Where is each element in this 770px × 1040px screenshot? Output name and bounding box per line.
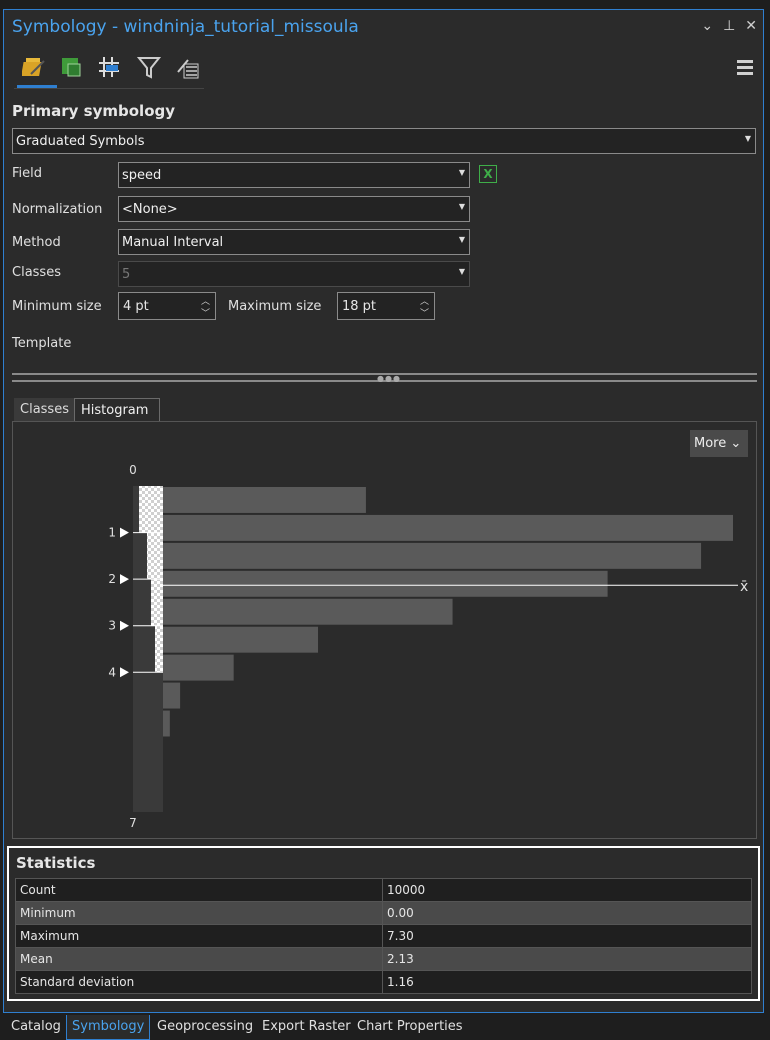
max-size-spinner[interactable]: 18 pt ︿ ﹀: [337, 292, 435, 320]
max-size-label: Maximum size: [228, 299, 322, 314]
tab-histogram[interactable]: Histogram: [74, 398, 160, 422]
min-size-spinner[interactable]: 4 pt ︿ ﹀: [118, 292, 216, 320]
histogram-bar: [163, 514, 733, 541]
stat-value: 7.30: [382, 924, 752, 948]
table-row: Maximum 7.30: [15, 924, 752, 948]
method-dropdown[interactable]: Manual Interval ▼: [118, 229, 470, 255]
break-handle-icon: [120, 527, 129, 538]
stat-value: 1.16: [382, 970, 752, 994]
histogram-bar: [163, 542, 702, 569]
template-label: Template: [12, 336, 72, 351]
break-label: 4: [108, 665, 116, 679]
method-label: Method: [12, 235, 61, 250]
filter-icon[interactable]: [134, 52, 164, 82]
field-dropdown[interactable]: speed ▼: [118, 162, 470, 188]
symbology-pane: Symbology - windninja_tutorial_missoula …: [3, 9, 764, 1013]
expression-icon[interactable]: X: [479, 165, 497, 183]
histogram-bar: [163, 682, 181, 709]
stat-key: Minimum: [15, 901, 383, 925]
toolbar-divider: [14, 88, 204, 89]
table-row: Mean 2.13: [15, 947, 752, 971]
spin-down-icon[interactable]: ﹀: [201, 306, 210, 319]
class-symbol-swatch: [147, 532, 163, 580]
histogram-bar: [163, 487, 366, 513]
stat-value: 10000: [382, 878, 752, 902]
tab-geoprocessing[interactable]: Geoprocessing: [152, 1015, 258, 1039]
break-handle-icon: [120, 574, 129, 585]
primary-symbology-heading: Primary symbology: [12, 102, 176, 120]
chevron-down-icon: ▼: [458, 202, 465, 211]
max-size-value: 18 pt: [342, 299, 377, 314]
break-label: 1: [108, 526, 116, 540]
tab-classes[interactable]: Classes: [14, 398, 74, 422]
normalization-value: <None>: [122, 202, 178, 217]
tab-export-raster[interactable]: Export Raster: [257, 1015, 356, 1039]
min-size-label: Minimum size: [12, 299, 102, 314]
histogram-chart: 1 2 3 4 0 7 x̄: [108, 463, 748, 830]
bottom-tab-strip: Catalog Symbology Geoprocessing Export R…: [3, 1013, 770, 1040]
table-row: Minimum 0.00: [15, 901, 752, 925]
stat-key: Mean: [15, 947, 383, 971]
statistics-panel: Statistics Count 10000 Minimum 0.00 Maximu…: [7, 846, 760, 1001]
histogram-panel: More ⌄ 1234 0 7 x̄: [12, 421, 757, 839]
stat-value: 0.00: [382, 901, 752, 925]
spin-down-icon[interactable]: ﹀: [420, 306, 429, 319]
histogram-top-label: 0: [129, 463, 137, 477]
classes-dropdown: 5 ▼: [118, 261, 470, 287]
primary-symbology-icon[interactable]: [20, 52, 50, 82]
normalization-dropdown[interactable]: <None> ▼: [118, 196, 470, 222]
break-label: 3: [108, 619, 116, 633]
class-symbol-swatch: [139, 486, 163, 533]
pane-titlebar: Symbology - windninja_tutorial_missoula …: [4, 10, 763, 48]
close-icon[interactable]: ✕: [745, 18, 757, 34]
classes-label: Classes: [12, 265, 61, 280]
min-size-value: 4 pt: [123, 299, 149, 314]
pane-title: Symbology - windninja_tutorial_missoula: [12, 17, 359, 37]
histogram-bar: [163, 710, 170, 737]
chevron-down-icon: ▼: [458, 235, 465, 244]
histogram-bar: [163, 626, 319, 653]
normalization-label: Normalization: [12, 202, 103, 217]
chevron-down-icon[interactable]: ⌄: [701, 18, 713, 34]
symbol-layer-drawing-icon[interactable]: [94, 52, 124, 82]
histogram-bar: [163, 570, 608, 597]
vary-symbology-icon[interactable]: [56, 52, 86, 82]
class-symbol-swatch: [151, 579, 163, 626]
class-symbol-swatch: [155, 625, 163, 673]
stat-key: Standard deviation: [15, 970, 383, 994]
chevron-down-icon: ▼: [458, 168, 465, 177]
menu-icon[interactable]: [737, 60, 753, 78]
symbology-toolbar: [14, 50, 204, 90]
table-row: Standard deviation 1.16: [15, 970, 752, 994]
tab-catalog[interactable]: Catalog: [6, 1015, 66, 1039]
histogram-bottom-label: 7: [129, 816, 137, 830]
chevron-down-icon: ▼: [458, 267, 465, 276]
field-label: Field: [12, 166, 43, 181]
classes-value: 5: [122, 267, 131, 282]
table-row: Count 10000: [15, 878, 752, 902]
break-label: 2: [108, 572, 116, 586]
statistics-heading: Statistics: [16, 854, 96, 872]
break-handle-icon: [120, 620, 129, 631]
splitter[interactable]: ●●●: [12, 373, 757, 383]
histogram-bar: [163, 654, 234, 681]
renderer-value: Graduated Symbols: [16, 134, 145, 149]
chevron-down-icon: ▼: [744, 134, 751, 143]
tab-chart-properties[interactable]: Chart Properties: [352, 1015, 468, 1039]
stat-key: Maximum: [15, 924, 383, 948]
pin-icon[interactable]: ⊥: [723, 18, 735, 34]
method-value: Manual Interval: [122, 235, 224, 250]
grip-icon: ●●●: [377, 374, 401, 383]
field-value: speed: [122, 168, 162, 183]
mean-symbol: x̄: [740, 579, 748, 595]
break-handle-icon: [120, 667, 129, 678]
statistics-table: Count 10000 Minimum 0.00 Maximum 7.30 Mean 2…: [15, 878, 752, 994]
tab-symbology[interactable]: Symbology: [66, 1015, 151, 1040]
pane-controls: ⌄ ⊥ ✕: [701, 18, 757, 34]
stat-key: Count: [15, 878, 383, 902]
stat-value: 2.13: [382, 947, 752, 971]
renderer-dropdown[interactable]: Graduated Symbols ▼: [12, 128, 756, 154]
display-options-icon[interactable]: [172, 52, 202, 82]
histogram-bar: [163, 598, 453, 625]
